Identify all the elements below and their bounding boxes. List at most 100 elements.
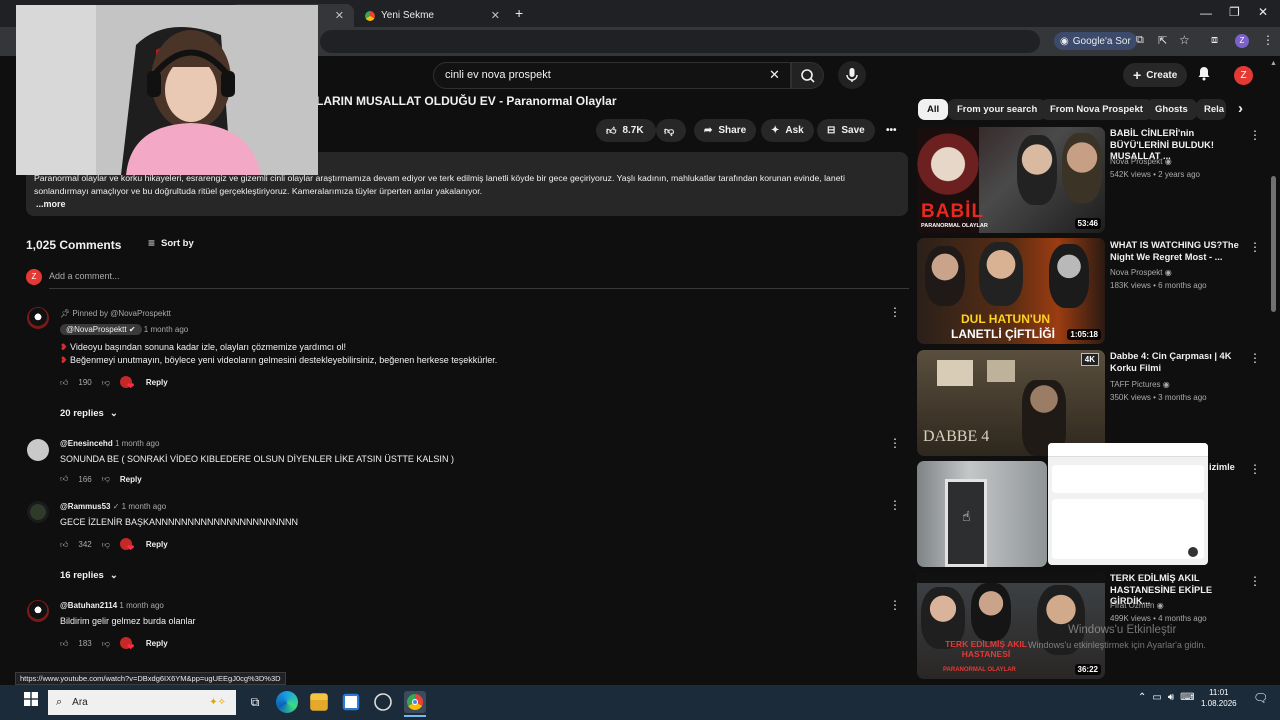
commenter-avatar[interactable] xyxy=(27,307,49,329)
bookmark-star-icon[interactable]: ☆ xyxy=(1179,33,1190,47)
video-thumbnail[interactable]: BABİL PARANORMAL OLAYLAR 53:46 xyxy=(917,127,1105,233)
page-scrollbar[interactable] xyxy=(1271,176,1276,312)
ask-button[interactable]: ✦ Ask xyxy=(761,119,814,142)
video-thumbnail[interactable] xyxy=(917,461,1047,567)
windows-start-icon[interactable] xyxy=(24,692,38,706)
new-tab-button[interactable]: + xyxy=(515,5,523,21)
channel-name[interactable]: TAFF Pictures ◉ xyxy=(1110,379,1170,391)
video-menu-icon[interactable]: ⋮ xyxy=(1249,351,1261,365)
chrome-taskbar-icon[interactable] xyxy=(404,691,426,713)
close-tab-icon[interactable]: ✕ xyxy=(491,9,500,22)
browser-tab-new[interactable]: Yeni Sekme ✕ xyxy=(355,4,510,27)
comment-time[interactable]: 1 month ago xyxy=(119,601,163,610)
chip-all[interactable]: All xyxy=(918,99,949,120)
commenter-avatar[interactable] xyxy=(27,600,49,622)
comment-menu-icon[interactable]: ⋮ xyxy=(889,305,901,319)
chip-related[interactable]: Rela xyxy=(1196,99,1226,120)
thumbs-down-icon[interactable]: 👎︎ xyxy=(102,474,110,484)
comment-menu-icon[interactable]: ⋮ xyxy=(889,498,901,512)
install-icon[interactable]: ⇱ xyxy=(1158,34,1167,47)
commenter-avatar[interactable] xyxy=(27,501,49,523)
extensions-icon[interactable]: ⧈ xyxy=(1211,34,1218,47)
author-chip[interactable]: @NovaProspektt ✔ xyxy=(60,324,142,335)
taskbar-active-indicator xyxy=(404,715,426,717)
chevron-right-icon[interactable]: › xyxy=(1238,100,1243,117)
video-menu-icon[interactable]: ⋮ xyxy=(1249,574,1261,588)
ask-label: Ask xyxy=(785,125,804,136)
video-thumbnail[interactable]: DABBE 4 4K xyxy=(917,350,1105,456)
add-comment-input[interactable]: Add a comment... xyxy=(49,271,909,289)
create-button[interactable]: + Create xyxy=(1123,63,1188,87)
save-button[interactable]: ⊟ Save xyxy=(817,119,875,142)
view-replies-button[interactable]: 20 replies ⌄ xyxy=(60,408,118,419)
channel-name[interactable]: Fırat Özmen ◉ xyxy=(1110,600,1164,612)
view-replies-button[interactable]: 16 replies ⌄ xyxy=(60,570,118,581)
comment-time[interactable]: 1 month ago xyxy=(115,439,159,448)
commenter-avatar[interactable] xyxy=(27,439,49,461)
thumbs-up-icon[interactable]: 👍︎ xyxy=(60,540,68,550)
close-window-icon[interactable]: ✕ xyxy=(1258,5,1268,19)
close-tab-icon[interactable]: ✕ xyxy=(335,9,344,22)
chip-from-your-search[interactable]: From your search xyxy=(948,99,1047,120)
video-title[interactable]: Dabbe 4: Cin Çarpması | 4K Korku Filmi xyxy=(1110,351,1245,374)
comment-author[interactable]: @Batuhan2114 xyxy=(60,601,117,610)
system-tray-icons[interactable]: ⌃▭🔊︎⌨ xyxy=(1138,692,1201,703)
chip-ghosts[interactable]: Ghosts xyxy=(1146,99,1197,120)
translate-icon[interactable]: ⧉ xyxy=(1136,34,1144,47)
video-title[interactable]: WHAT IS WATCHING US?The Night We Regret … xyxy=(1110,240,1245,263)
comment-time[interactable]: 1 month ago xyxy=(122,502,166,511)
comment-time[interactable]: 1 month ago xyxy=(144,325,188,334)
description-more-link[interactable]: ...more xyxy=(36,199,66,209)
edge-browser-icon[interactable] xyxy=(276,691,298,713)
video-thumbnail[interactable]: DUL HATUN'UN LANETLİ ÇİFTLİĞİ 1:05:18 xyxy=(917,238,1105,344)
sort-by-button[interactable]: ≡ Sort by xyxy=(148,236,194,250)
browser-menu-icon[interactable]: ⋮ xyxy=(1262,33,1274,47)
search-button[interactable] xyxy=(791,62,824,89)
taskbar-clock[interactable]: 11:01 1.08.2026 xyxy=(1201,687,1237,709)
comment-author[interactable]: @Rammus53 xyxy=(60,502,111,511)
channel-name[interactable]: Nova Prospekt ◉ xyxy=(1110,156,1172,168)
reply-button[interactable]: Reply xyxy=(120,475,142,484)
taskbar-search-box[interactable]: ⌕ Ara ✦✧ xyxy=(48,690,236,715)
google-sor-button[interactable]: ◉ Google'a Sor xyxy=(1054,32,1137,50)
restore-icon[interactable]: ❐ xyxy=(1229,5,1240,19)
thumbs-up-icon[interactable]: 👍︎ xyxy=(60,474,68,484)
video-title[interactable]: izimle xyxy=(1209,462,1239,474)
file-explorer-icon[interactable] xyxy=(310,693,328,711)
comment-author[interactable]: @Enesincehd xyxy=(60,439,113,448)
thumbnail-art xyxy=(1062,133,1102,203)
thumbs-down-icon[interactable]: 👎︎ xyxy=(102,639,110,649)
account-avatar[interactable]: Z xyxy=(1234,66,1253,85)
channel-name[interactable]: Nova Prospekt ◉ xyxy=(1110,267,1172,279)
voice-search-button[interactable] xyxy=(838,61,866,89)
thumbs-down-icon[interactable]: 👎︎ xyxy=(102,540,110,550)
search-icon xyxy=(801,69,815,83)
browser-profile-avatar[interactable]: Z xyxy=(1235,34,1249,48)
share-button[interactable]: ➦ Share xyxy=(694,119,757,142)
comment-menu-icon[interactable]: ⋮ xyxy=(889,598,901,612)
like-button[interactable]: 👍︎ 8.7K xyxy=(596,119,656,142)
scroll-up-arrow-icon[interactable]: ▲ xyxy=(1270,60,1277,67)
chip-from-nova-prospekt[interactable]: From Nova Prospekt xyxy=(1041,99,1152,120)
search-input[interactable]: cinli ev nova prospekt xyxy=(433,62,791,89)
task-view-icon[interactable]: ⧉ xyxy=(244,691,266,713)
notification-center-icon[interactable]: 🗨︎ xyxy=(1253,691,1268,705)
minimize-icon[interactable]: — xyxy=(1200,6,1212,20)
thumbs-up-icon[interactable]: 👍︎ xyxy=(60,639,68,649)
app-icon[interactable] xyxy=(374,693,392,711)
video-menu-icon[interactable]: ⋮ xyxy=(1249,462,1261,476)
thumbs-up-icon[interactable]: 👍︎ xyxy=(60,378,68,388)
address-bar[interactable] xyxy=(320,30,1040,53)
dislike-button[interactable]: 👎︎ xyxy=(656,119,686,142)
comment-menu-icon[interactable]: ⋮ xyxy=(889,436,901,450)
reply-button[interactable]: Reply xyxy=(146,378,168,387)
video-menu-icon[interactable]: ⋮ xyxy=(1249,240,1261,254)
clear-search-icon[interactable]: ✕ xyxy=(769,67,780,83)
microsoft-store-icon[interactable] xyxy=(342,693,360,711)
video-menu-icon[interactable]: ⋮ xyxy=(1249,128,1261,142)
notifications-bell-icon[interactable] xyxy=(1197,66,1211,84)
thumbs-down-icon[interactable]: 👎︎ xyxy=(102,378,110,388)
reply-button[interactable]: Reply xyxy=(146,540,168,549)
reply-button[interactable]: Reply xyxy=(146,639,168,648)
more-actions-button[interactable]: ••• xyxy=(880,119,903,142)
